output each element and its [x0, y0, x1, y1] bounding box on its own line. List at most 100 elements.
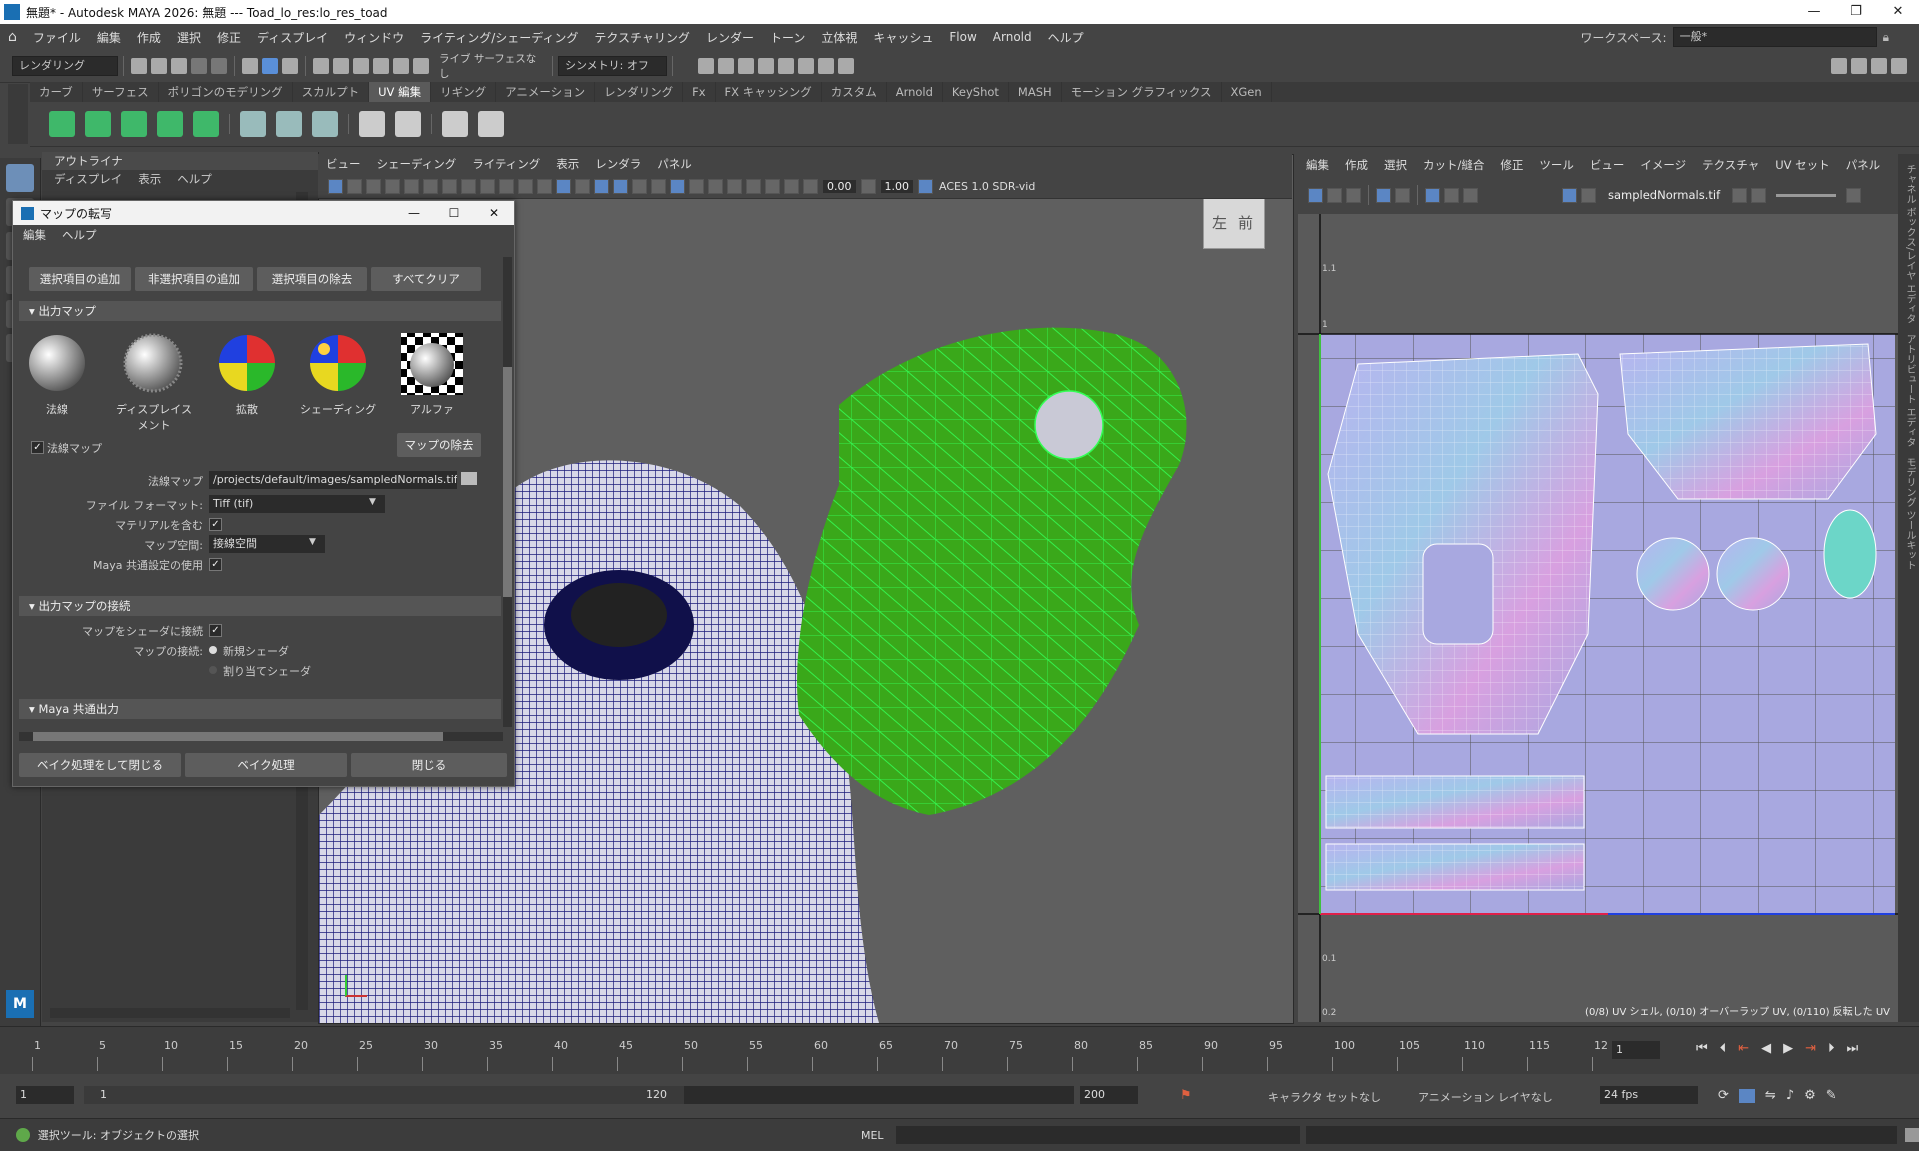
- attribute-editor-tab[interactable]: アトリビュート エディタ: [1902, 334, 1917, 447]
- step-forward-frame-icon[interactable]: ⏵: [1828, 1041, 1835, 1056]
- arnold-ipr-icon[interactable]: [818, 58, 834, 74]
- tool-settings-icon[interactable]: [1871, 58, 1887, 74]
- film-gate-icon[interactable]: [423, 178, 438, 194]
- xray-joints-icon[interactable]: [689, 178, 704, 194]
- menu-set-dropdown[interactable]: レンダリング: [12, 56, 118, 76]
- field-chart-icon[interactable]: [480, 178, 495, 194]
- dialog-hscroll-thumb[interactable]: [33, 732, 443, 741]
- range-slider-handle[interactable]: [84, 1086, 684, 1104]
- time-slider[interactable]: 1 5 10 15 20 25 30 35 40 45 50 55 60 65 70 75 80 85 90 95 10…: [0, 1026, 1919, 1075]
- use-all-lights-icon[interactable]: [632, 178, 647, 194]
- uv-menu-panels[interactable]: パネル: [1838, 155, 1889, 175]
- shelf-tab-fx[interactable]: Fx: [683, 82, 716, 102]
- bake-button[interactable]: ベイク処理: [185, 753, 347, 777]
- command-line-input[interactable]: [895, 1126, 1300, 1144]
- viewport-menu-view[interactable]: ビュー: [318, 154, 369, 174]
- view-transform-label[interactable]: ACES 1.0 SDR-vid: [939, 180, 1035, 193]
- menu-stereo[interactable]: 立体視: [813, 29, 865, 46]
- shelf-tab-keyshot[interactable]: KeyShot: [943, 82, 1009, 102]
- snap-curve-icon[interactable]: [333, 58, 349, 74]
- snap-point-icon[interactable]: [353, 58, 369, 74]
- preferences-icon[interactable]: ⚙: [1804, 1088, 1816, 1103]
- menu-help[interactable]: ヘルプ: [1040, 29, 1092, 46]
- dialog-close-button[interactable]: ✕: [474, 206, 514, 220]
- viewport-menu-shading[interactable]: シェーディング: [369, 154, 465, 174]
- menu-window[interactable]: ウィンドウ: [336, 29, 412, 46]
- wireframe-on-shaded-icon[interactable]: [594, 178, 609, 194]
- attribute-editor-icon[interactable]: [1851, 58, 1867, 74]
- ambient-occlusion-icon[interactable]: [727, 178, 742, 194]
- command-language-label[interactable]: MEL: [861, 1129, 884, 1142]
- channel-box-tab[interactable]: チャネル ボックス/レイヤ エディタ: [1902, 164, 1917, 324]
- menu-toon[interactable]: トーン: [762, 29, 813, 46]
- shadows-icon[interactable]: [651, 178, 666, 194]
- add-selected-button[interactable]: 選択項目の追加: [29, 267, 131, 291]
- uv-display-image-icon[interactable]: [1562, 187, 1577, 203]
- uv-menu-create[interactable]: 作成: [1337, 155, 1376, 175]
- dialog-minimize-button[interactable]: —: [394, 206, 434, 220]
- uv-editor-canvas[interactable]: 1.1 1 0.1 0.2 (0/8) UV シェル, (0/10) オーバーラ…: [1298, 214, 1898, 1022]
- menu-render[interactable]: レンダー: [698, 29, 762, 46]
- modeling-toolkit-tab[interactable]: モデリング ツールキット: [1902, 457, 1917, 570]
- shelf-tab-mash[interactable]: MASH: [1009, 82, 1062, 102]
- script-editor-icon[interactable]: [1905, 1128, 1919, 1142]
- xray-icon[interactable]: [670, 178, 685, 194]
- current-frame-field[interactable]: 1: [1612, 1041, 1660, 1059]
- range-slider-bar[interactable]: 1 120: [84, 1086, 1074, 1104]
- uv-distortion-icon[interactable]: [1395, 187, 1410, 203]
- shelf-tab-fx-caching[interactable]: FX キャッシング: [716, 82, 822, 102]
- uv-menu-textures[interactable]: テクスチャ: [1694, 155, 1767, 175]
- unfold-icon[interactable]: [240, 111, 266, 137]
- shelf-tab-poly-modeling[interactable]: ポリゴンのモデリング: [159, 82, 293, 102]
- step-back-key-icon[interactable]: ⇤: [1738, 1041, 1749, 1056]
- playback-speed-icon[interactable]: ⇋: [1765, 1088, 1776, 1103]
- output-maps-section[interactable]: ▾ 出力マップ: [19, 301, 501, 321]
- textured-icon[interactable]: [613, 178, 628, 194]
- file-format-dropdown-arrow-icon[interactable]: ▼: [369, 497, 376, 507]
- channel-box-icon[interactable]: [1891, 58, 1907, 74]
- connect-output-maps-section[interactable]: ▾ 出力マップの接続: [19, 596, 501, 616]
- menu-flow[interactable]: Flow: [941, 30, 984, 44]
- play-backwards-icon[interactable]: ◀: [1761, 1041, 1771, 1056]
- sew-icon[interactable]: [359, 111, 385, 137]
- viewport-menu-show[interactable]: 表示: [548, 154, 587, 174]
- distribute-icon[interactable]: [312, 111, 338, 137]
- maya-common-output-section[interactable]: ▾ Maya 共通出力: [19, 699, 501, 719]
- lock-icon[interactable]: 🔒︎: [1883, 30, 1889, 45]
- shelf-tab-surfaces[interactable]: サーフェス: [83, 82, 159, 102]
- minimize-button[interactable]: —: [1793, 0, 1835, 24]
- close-dialog-button[interactable]: 閉じる: [351, 753, 507, 777]
- menu-file[interactable]: ファイル: [25, 29, 89, 46]
- layout-icon[interactable]: [276, 111, 302, 137]
- shelf-tab-uv-editing[interactable]: UV 編集: [369, 82, 432, 102]
- exposure-icon[interactable]: [803, 178, 818, 194]
- maximize-button[interactable]: ❐: [1835, 0, 1877, 24]
- smooth-shade-icon[interactable]: [556, 178, 571, 194]
- safe-action-icon[interactable]: [499, 178, 514, 194]
- viewport-menu-panels[interactable]: パネル: [649, 154, 700, 174]
- uv-menu-edit[interactable]: 編集: [1298, 155, 1337, 175]
- spherical-projection-icon[interactable]: [121, 111, 147, 137]
- select-object-icon[interactable]: [262, 58, 278, 74]
- save-scene-icon[interactable]: [171, 58, 187, 74]
- image-plane-icon[interactable]: [385, 178, 400, 194]
- wireframe-icon[interactable]: [537, 178, 552, 194]
- open-scene-icon[interactable]: [151, 58, 167, 74]
- render-settings-icon[interactable]: [758, 58, 774, 74]
- dialog-menu-help[interactable]: ヘルプ: [62, 227, 97, 243]
- character-set-dropdown[interactable]: キャラクタ セットなし: [1268, 1089, 1381, 1105]
- cache-playback-icon[interactable]: [1738, 1088, 1755, 1103]
- normal-map-checkbox[interactable]: ✓: [31, 441, 44, 454]
- viewport-menu-lighting[interactable]: ライティング: [464, 154, 548, 174]
- uv-menu-select[interactable]: 選択: [1376, 155, 1415, 175]
- gamma-icon[interactable]: [860, 178, 876, 194]
- uv-menu-tools[interactable]: ツール: [1531, 155, 1582, 175]
- uv-checker-icon[interactable]: [1581, 187, 1596, 203]
- select-tool-icon[interactable]: [6, 164, 34, 192]
- arnold-render-icon[interactable]: [798, 58, 814, 74]
- select-hierarchy-icon[interactable]: [242, 58, 258, 74]
- checker-icon[interactable]: [442, 111, 468, 137]
- outliner-menu-show[interactable]: 表示: [138, 171, 161, 187]
- menu-display[interactable]: ディスプレイ: [249, 29, 336, 46]
- radio-new-shader[interactable]: [209, 646, 217, 654]
